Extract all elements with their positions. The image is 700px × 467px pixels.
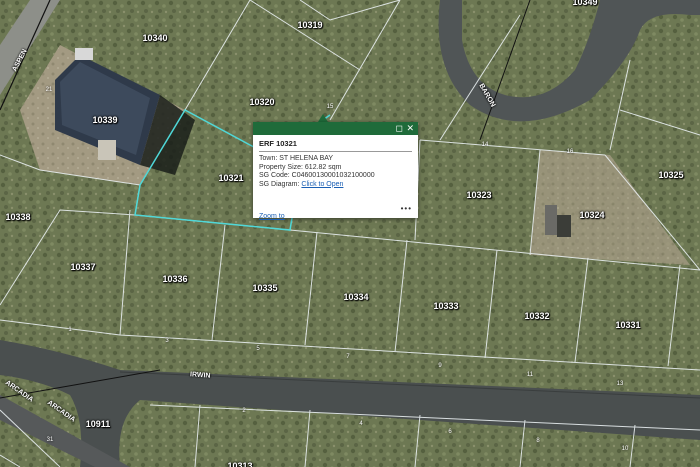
aerial-imagery: [0, 0, 700, 467]
sg-diagram-label: SG Diagram:: [259, 180, 302, 188]
street-number: 21: [45, 87, 53, 93]
parcel-label: 10337: [70, 262, 96, 272]
maximize-icon[interactable]: ◻: [396, 123, 403, 134]
parcel-label: 10323: [466, 190, 492, 200]
parcel-label: 10338: [5, 212, 31, 222]
town-field: Town: ST HELENA BAY: [259, 155, 334, 162]
street-number: 13: [616, 381, 624, 387]
zoom-to-link[interactable]: Zoom to: [259, 213, 285, 220]
street-number: 15: [326, 104, 334, 110]
street-number: 7: [346, 354, 350, 360]
parcel-label: 10319: [297, 20, 323, 30]
parcel-label: 10331: [615, 320, 641, 330]
street-number: 10: [621, 446, 629, 452]
popup-title: ERF 10321: [259, 139, 297, 148]
parcel-label: 10313: [227, 461, 253, 467]
parcel-label: 10911: [85, 419, 111, 429]
parcel-label: 10333: [433, 301, 459, 311]
popup-pointer: [318, 114, 328, 122]
street-number: 8: [536, 438, 540, 444]
close-icon[interactable]: ✕: [406, 123, 414, 134]
parcel-label: 10339: [92, 115, 118, 125]
parcel-label: 10340: [142, 33, 168, 43]
parcel-label: 10334: [343, 292, 369, 302]
parcel-label: 10349: [572, 0, 598, 7]
street-number: 14: [481, 142, 489, 148]
sg-diagram-link[interactable]: Click to Open: [301, 181, 343, 188]
divider: [259, 151, 412, 152]
property-size-field: Property Size: 612.82 sqm: [259, 163, 342, 171]
parcel-label: 10324: [579, 210, 605, 220]
parcel-info-popup: ◻ ✕ ERF 10321 Town: ST HELENA BAY Proper…: [253, 122, 418, 220]
parcel-label: 10335: [252, 283, 278, 293]
street-number: 1: [68, 327, 72, 333]
parcel-label: 10325: [658, 170, 684, 180]
street-number: 5: [256, 346, 260, 352]
street-number: 3: [165, 338, 169, 344]
sg-code-field: SG Code: C04600130001032100000: [259, 172, 375, 179]
street-number: 9: [438, 363, 442, 369]
parcel-label: 10321: [218, 173, 244, 183]
street-number: 11: [526, 372, 534, 378]
map-view[interactable]: 10349 10319 10340 10320 10339 10321 1033…: [0, 0, 700, 467]
street-number: 4: [359, 421, 363, 427]
parcel-label: 10332: [524, 311, 550, 321]
more-actions-icon[interactable]: •••: [401, 204, 412, 213]
street-number: 31: [46, 437, 54, 443]
sg-diagram-field: SG Diagram: Click to Open: [259, 181, 412, 190]
street-number: 2: [242, 408, 246, 414]
street-number: 16: [566, 149, 574, 155]
street-label-irwin: IRWIN: [189, 371, 211, 380]
popup-header: ◻ ✕: [253, 122, 418, 135]
street-number: 6: [448, 429, 452, 435]
parcel-label: 10320: [249, 97, 275, 107]
parcel-label: 10336: [162, 274, 188, 284]
popup-footer: Zoom to •••: [259, 204, 412, 220]
